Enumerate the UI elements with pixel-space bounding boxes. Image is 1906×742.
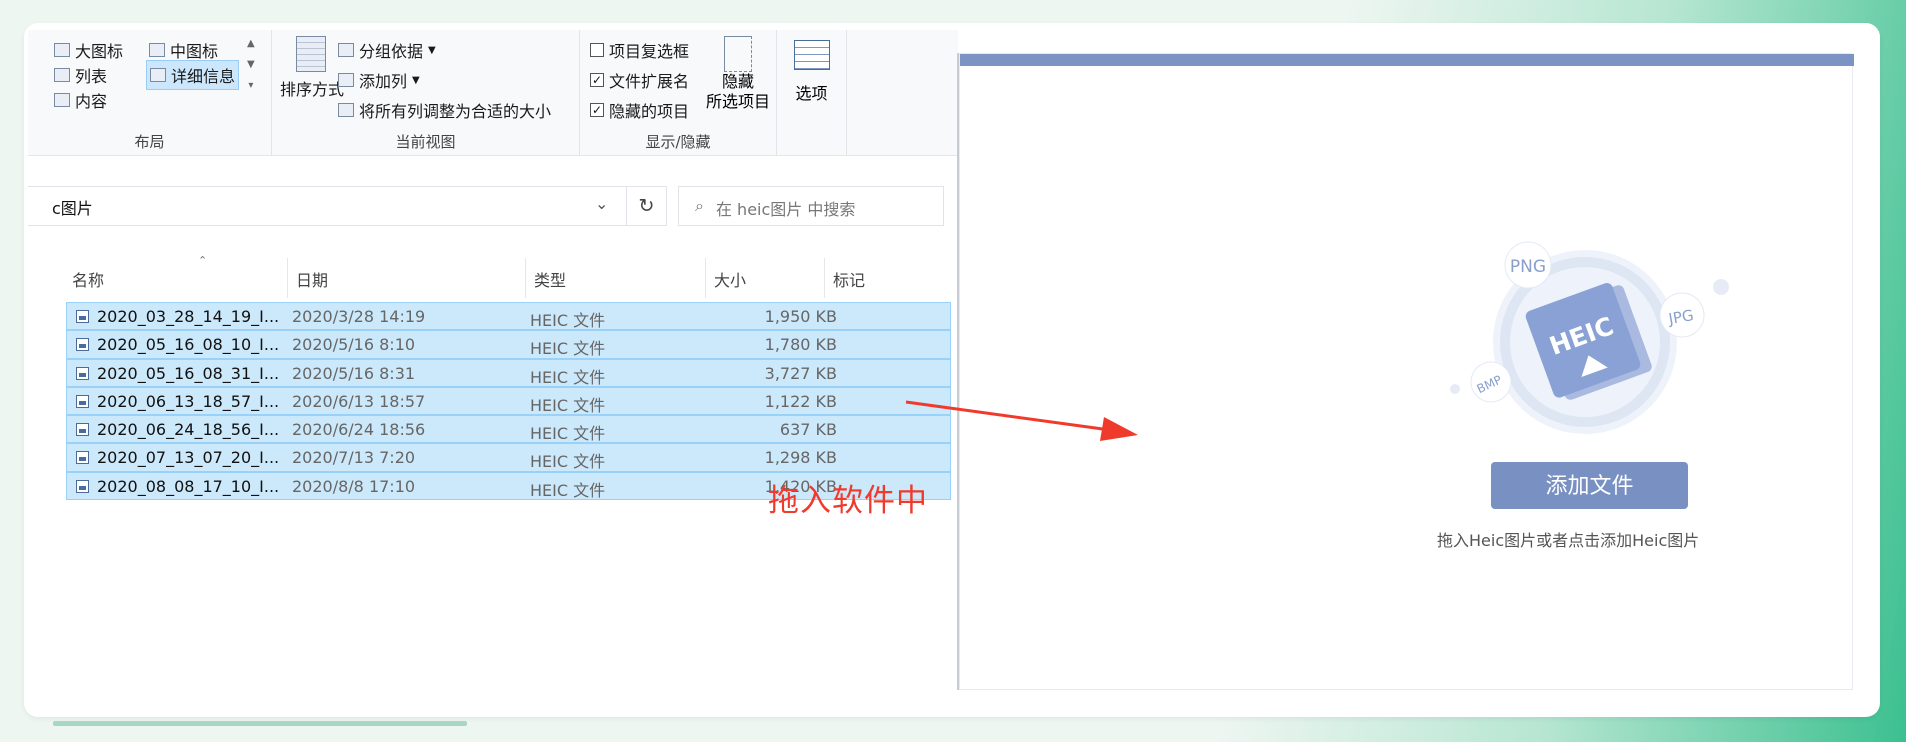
path-field[interactable]: c图片: [28, 186, 627, 226]
file-explorer: 大图标 中图标 列表 详细信息 内容 ▲ ▼ ▾ 布局 排序方式 分组依据 ▼ 添加列…: [28, 30, 958, 690]
image-file-icon: [76, 423, 89, 437]
dropdown-icon: ▼: [428, 44, 436, 56]
item-checkboxes-toggle[interactable]: 项目复选框: [590, 38, 689, 62]
image-file-icon: [76, 394, 89, 408]
group-icon: [338, 43, 354, 57]
search-icon: ⌕: [695, 196, 704, 215]
app-title-bar: [960, 54, 1854, 66]
hidden-items-toggle[interactable]: ✓ 隐藏的项目: [590, 98, 689, 122]
column-separator[interactable]: [287, 258, 288, 298]
column-separator[interactable]: [824, 258, 825, 298]
file-row[interactable]: 2020_03_28_14_19_I... 2020/3/28 14:19 HEIC…: [66, 302, 951, 331]
png-label: PNG: [1510, 257, 1546, 277]
large-icons-icon: [54, 43, 70, 57]
show-hide-caption: 显示/隐藏: [645, 133, 711, 151]
group-by-button[interactable]: 分组依据 ▼: [338, 38, 436, 62]
file-row[interactable]: 2020_06_24_18_56_I... 2020/6/24 18:56 HEIC…: [66, 415, 951, 444]
column-separator[interactable]: [525, 258, 526, 298]
arrow-line: [905, 400, 1111, 432]
column-header-date[interactable]: 日期: [296, 267, 328, 291]
ribbon: 大图标 中图标 列表 详细信息 内容 ▲ ▼ ▾ 布局 排序方式 分组依据 ▼ 添加列…: [28, 30, 958, 156]
file-extensions-toggle[interactable]: ✓ 文件扩展名: [590, 68, 689, 92]
horizontal-scrollbar[interactable]: [53, 721, 467, 726]
view-details[interactable]: 详细信息: [146, 60, 240, 90]
content-icon: [54, 93, 70, 107]
view-medium-icons[interactable]: 中图标: [149, 38, 218, 62]
options-button[interactable]: 选项: [777, 30, 847, 156]
add-column-icon: [338, 73, 354, 87]
details-icon: [150, 68, 166, 82]
formats-illustration: PNG JPG BMP HEIC: [1450, 241, 1729, 434]
view-content[interactable]: 内容: [54, 88, 107, 112]
view-list[interactable]: 列表: [54, 63, 107, 87]
layout-caption: 布局: [134, 133, 165, 151]
fit-columns-button[interactable]: 将所有列调整为合适的大小: [338, 98, 551, 122]
sort-by-button[interactable]: 排序方式: [280, 76, 344, 100]
layout-scroll-arrows[interactable]: ▲ ▼ ▾: [247, 38, 255, 91]
list-icon: [54, 68, 70, 82]
refresh-icon: ↻: [638, 195, 655, 217]
file-row[interactable]: 2020_06_13_18_57_I... 2020/6/13 18:57 HEIC…: [66, 386, 951, 416]
medium-icons-icon: [149, 43, 165, 57]
arrow-head-icon: [1100, 417, 1138, 441]
add-column-button[interactable]: 添加列 ▼: [338, 68, 420, 92]
file-row[interactable]: 2020_07_13_07_20_I... 2020/7/13 7:20 HEIC …: [66, 443, 951, 472]
column-separator[interactable]: [705, 258, 706, 298]
image-file-icon: [76, 366, 89, 380]
ribbon-layout-section: 大图标 中图标 列表 详细信息 内容 ▲ ▼ ▾ 布局: [28, 30, 272, 156]
address-bar: c图片 ⌄ ↻ ⌕ 在 heic图片 中搜索: [28, 186, 958, 226]
sort-ascending-icon: ⌃: [198, 254, 208, 267]
drag-instruction-label: 拖入软件中: [768, 483, 928, 519]
chevron-up-icon: ▲: [247, 38, 255, 49]
add-file-button[interactable]: 添加文件: [1491, 462, 1688, 509]
refresh-button[interactable]: ↻: [627, 186, 667, 226]
hide-page-icon: [724, 36, 752, 72]
image-file-icon: [76, 479, 89, 493]
chevron-down-icon[interactable]: ⌄: [595, 194, 608, 213]
decor-dot: [1713, 279, 1729, 295]
file-extensions-checkbox[interactable]: ✓: [590, 73, 604, 87]
file-row[interactable]: 2020_05_16_08_10_I... 2020/5/16 8:10 HEIC …: [66, 330, 951, 359]
ribbon-current-view-section: 排序方式 分组依据 ▼ 添加列 ▼ 将所有列调整为合适的大小 当前视图: [272, 30, 580, 156]
dropdown-icon: ▼: [412, 74, 420, 86]
image-file-icon: [76, 338, 89, 352]
file-list: 2020_03_28_14_19_I... 2020/3/28 14:19 HEIC…: [66, 302, 951, 501]
item-checkboxes-checkbox[interactable]: [590, 43, 604, 57]
drop-hint: 拖入Heic图片或者点击添加Heic图片: [1437, 531, 1700, 550]
decor-dot: [1450, 384, 1460, 394]
image-file-icon: [76, 451, 89, 465]
current-view-caption: 当前视图: [395, 133, 456, 151]
column-header-name[interactable]: 名称: [72, 267, 104, 291]
image-file-icon: [76, 310, 89, 323]
hidden-items-checkbox[interactable]: ✓: [590, 103, 604, 117]
chevron-down-icon: ▼: [247, 59, 255, 70]
drag-arrow: [905, 400, 1138, 441]
view-large-icons[interactable]: 大图标: [54, 38, 123, 62]
column-header-type[interactable]: 类型: [534, 267, 566, 291]
column-header-tags[interactable]: 标记: [833, 267, 865, 291]
column-header-size[interactable]: 大小: [714, 267, 746, 291]
fit-columns-icon: [338, 103, 354, 117]
sort-icon: [296, 36, 326, 72]
search-box[interactable]: ⌕ 在 heic图片 中搜索: [678, 186, 944, 226]
expand-icon: ▾: [248, 80, 254, 91]
hide-selected-button[interactable]: 隐藏 所选项目: [702, 34, 774, 124]
file-row[interactable]: 2020_05_16_08_31_I... 2020/5/16 8:31 HEIC …: [66, 358, 951, 387]
options-icon: [793, 40, 830, 70]
ribbon-show-hide-section: 项目复选框 ✓ 文件扩展名 ✓ 隐藏的项目 隐藏 所选项目 显示/隐藏: [580, 30, 777, 156]
